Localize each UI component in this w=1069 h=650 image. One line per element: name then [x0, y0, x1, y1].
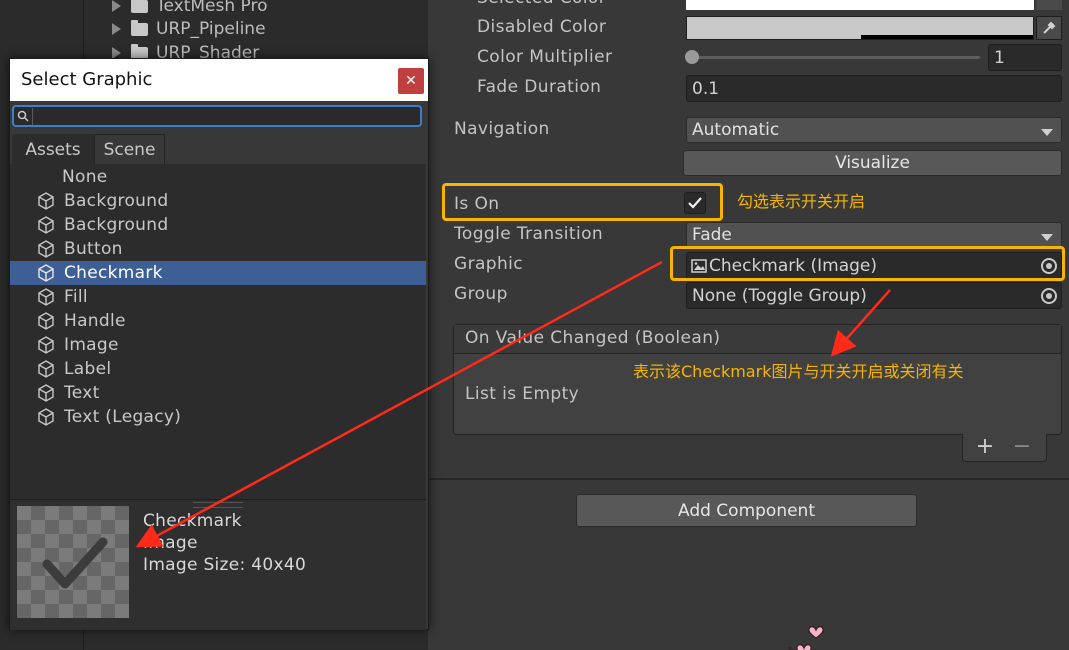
arrow-to-note [830, 289, 891, 357]
annotation-arrows [135, 260, 891, 548]
arrow-to-preview [135, 260, 663, 548]
